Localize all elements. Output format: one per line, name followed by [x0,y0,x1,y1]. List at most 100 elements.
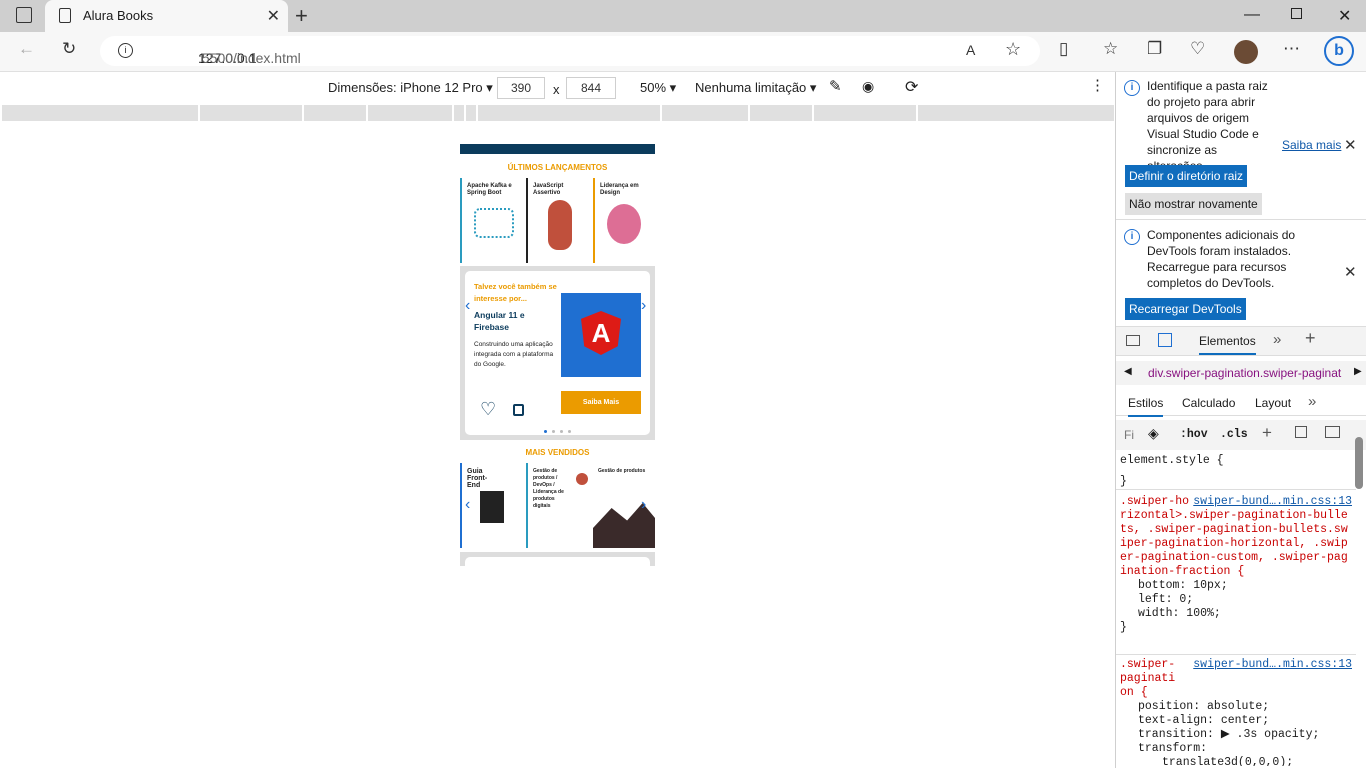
rule-source-link[interactable]: swiper-bund….min.css:13 [1193,495,1352,509]
book-cover[interactable]: Liderança em Design [593,178,655,263]
width-input[interactable] [497,77,545,99]
rule-prop[interactable]: position: absolute; [1120,700,1352,714]
inspect-icon[interactable] [1126,335,1140,346]
subtab-layout[interactable]: Layout [1255,396,1291,410]
rule-prop[interactable]: bottom: 10px; [1120,579,1352,593]
breadcrumb-right-icon[interactable]: ▶ [1354,366,1362,377]
close-message-icon[interactable]: ✕ [1344,263,1357,281]
media-query-ruler[interactable] [2,105,1114,121]
paint-icon[interactable] [1295,426,1307,438]
device-label: Dimensões: iPhone 12 Pro [328,80,483,95]
subtab-styles[interactable]: Estilos [1128,396,1164,417]
rule-source-link[interactable]: swiper-bund….min.css:13 [1193,658,1352,672]
breadcrumb[interactable]: div.swiper-pagination.swiper-paginat [1148,366,1341,380]
saiba-mais-button[interactable]: Saiba Mais [561,391,641,414]
tab-actions-icon[interactable] [16,7,32,23]
close-message-icon[interactable]: ✕ [1344,136,1357,154]
subtab-computed[interactable]: Calculado [1182,396,1235,410]
more-menu-icon[interactable]: ⋯ [1283,39,1300,59]
info-icon[interactable]: i [118,43,133,58]
info-icon: i [1124,80,1140,96]
rule-prop[interactable]: translate3d(0,0,0); [1120,756,1352,766]
breadcrumb-left-icon[interactable]: ◀ [1124,366,1132,377]
css-rule[interactable]: swiper-bund….min.css:13 .swiper-paginati… [1120,658,1352,766]
more-tabs-icon[interactable]: » [1273,331,1281,348]
book-title: Apache Kafka e Spring Boot [467,183,512,196]
rotate-icon[interactable]: ⟳ [905,77,918,97]
next-arrow-icon[interactable]: › [641,297,646,315]
book-title: Liderança em Design [600,183,639,196]
read-aloud-icon[interactable]: A [966,42,975,58]
eyedropper-icon[interactable]: ✎ [829,77,842,95]
pagination-bullet[interactable] [544,430,547,433]
performance-icon[interactable]: ♡ [1190,39,1205,59]
minimize-icon[interactable]: — [1244,6,1260,24]
zoom-select[interactable]: 50% ▾ [640,80,676,96]
site-header [460,144,655,154]
dont-show-again-button[interactable]: Não mostrar novamente [1125,193,1262,215]
split-screen-icon[interactable]: ▯ [1059,39,1068,59]
learn-more-link[interactable]: Saiba mais [1282,138,1341,152]
tab-title: Alura Books [83,8,154,23]
hov-button[interactable]: :hov [1180,428,1208,442]
collections-icon[interactable]: ❐ [1147,39,1162,59]
rule-prop[interactable]: transition: ▶ .3s opacity; [1120,728,1352,742]
new-rule-icon[interactable]: + [1262,423,1272,443]
book-graphic [480,491,504,523]
rule-close: } [1120,621,1127,634]
book-graphic [548,200,572,250]
device-select[interactable]: Dimensões: iPhone 12 Pro ▾ [328,80,493,96]
maximize-icon[interactable] [1291,8,1302,19]
favorite-heart-icon[interactable]: ♡ [480,399,496,420]
vision-icon[interactable]: ◉ [862,78,874,95]
device-more-icon[interactable]: ⋮ [1090,76,1105,94]
book-cover[interactable]: Apache Kafka e Spring Boot [460,178,524,263]
reload-devtools-button[interactable]: Recarregar DevTools [1125,298,1246,320]
prev-arrow-icon[interactable]: ‹ [465,297,470,315]
next-arrow-icon[interactable]: › [641,496,646,514]
book-cover: A [561,293,641,377]
device-toggle-icon[interactable] [1158,333,1172,347]
add-tab-icon[interactable]: + [1305,328,1316,349]
cls-button[interactable]: .cls [1220,428,1248,442]
rule-prop[interactable]: text-align: center; [1120,714,1352,728]
sidebar-toggle-icon[interactable] [1325,426,1340,438]
bing-icon[interactable]: b [1324,36,1354,66]
browser-tab[interactable]: Alura Books ✕ [45,0,288,32]
tab-elements[interactable]: Elementos [1199,334,1256,355]
pagination-bullet[interactable] [552,430,555,433]
css-rule[interactable]: swiper-bund….min.css:13 .swiper-horizont… [1120,495,1352,635]
favorites-icon[interactable]: ☆ [1103,39,1118,59]
url-field[interactable]: i 127.0.0.1:5500/index.html A ☆ [100,36,1040,66]
pagination-bullet[interactable] [560,430,563,433]
prev-arrow-icon[interactable]: ‹ [465,496,470,514]
rule-prop[interactable]: left: 0; [1120,593,1352,607]
close-window-icon[interactable]: ✕ [1338,6,1351,26]
throttle-select[interactable]: Nenhuma limitação ▾ [695,80,816,96]
back-icon[interactable]: ← [18,39,35,59]
book-title: Gestão de produtos / DevOps / Liderança … [533,468,564,509]
favorite-star-icon[interactable]: ☆ [1005,39,1021,60]
more-subtabs-icon[interactable]: » [1308,393,1316,410]
refresh-icon[interactable]: ↻ [62,39,76,59]
book-cover[interactable]: JavaScript Assertivo [526,178,590,263]
layers-icon[interactable]: ◈ [1148,425,1159,442]
close-tab-icon[interactable]: ✕ [267,6,280,26]
pagination-bullet[interactable] [568,430,571,433]
address-bar-row: ← ↻ i 127.0.0.1:5500/index.html A ☆ ▯ ☆ … [0,32,1366,72]
new-tab-icon[interactable]: + [295,3,308,29]
height-input[interactable] [566,77,616,99]
device-toolbar: Dimensões: iPhone 12 Pro ▾ x 50% ▾ Nenhu… [0,72,1115,104]
reload-message: Componentes adicionais do DevTools foram… [1147,228,1296,290]
style-filter-input[interactable]: Fi [1124,428,1134,442]
element-style-rule[interactable]: element.style { } [1120,454,1352,489]
recommendation-card: Talvez você também se interesse por... A… [465,271,650,435]
book-cover[interactable]: Gestão de produtos / DevOps / Liderança … [526,463,590,548]
avatar[interactable] [1234,40,1258,64]
book-graphic [576,473,588,485]
rule-prop[interactable]: width: 100%; [1120,607,1352,621]
bag-icon[interactable] [513,404,524,416]
styles-scrollbar[interactable] [1355,437,1363,489]
define-root-button[interactable]: Definir o diretório raiz [1125,165,1248,187]
rule-prop[interactable]: transform: [1120,742,1352,756]
